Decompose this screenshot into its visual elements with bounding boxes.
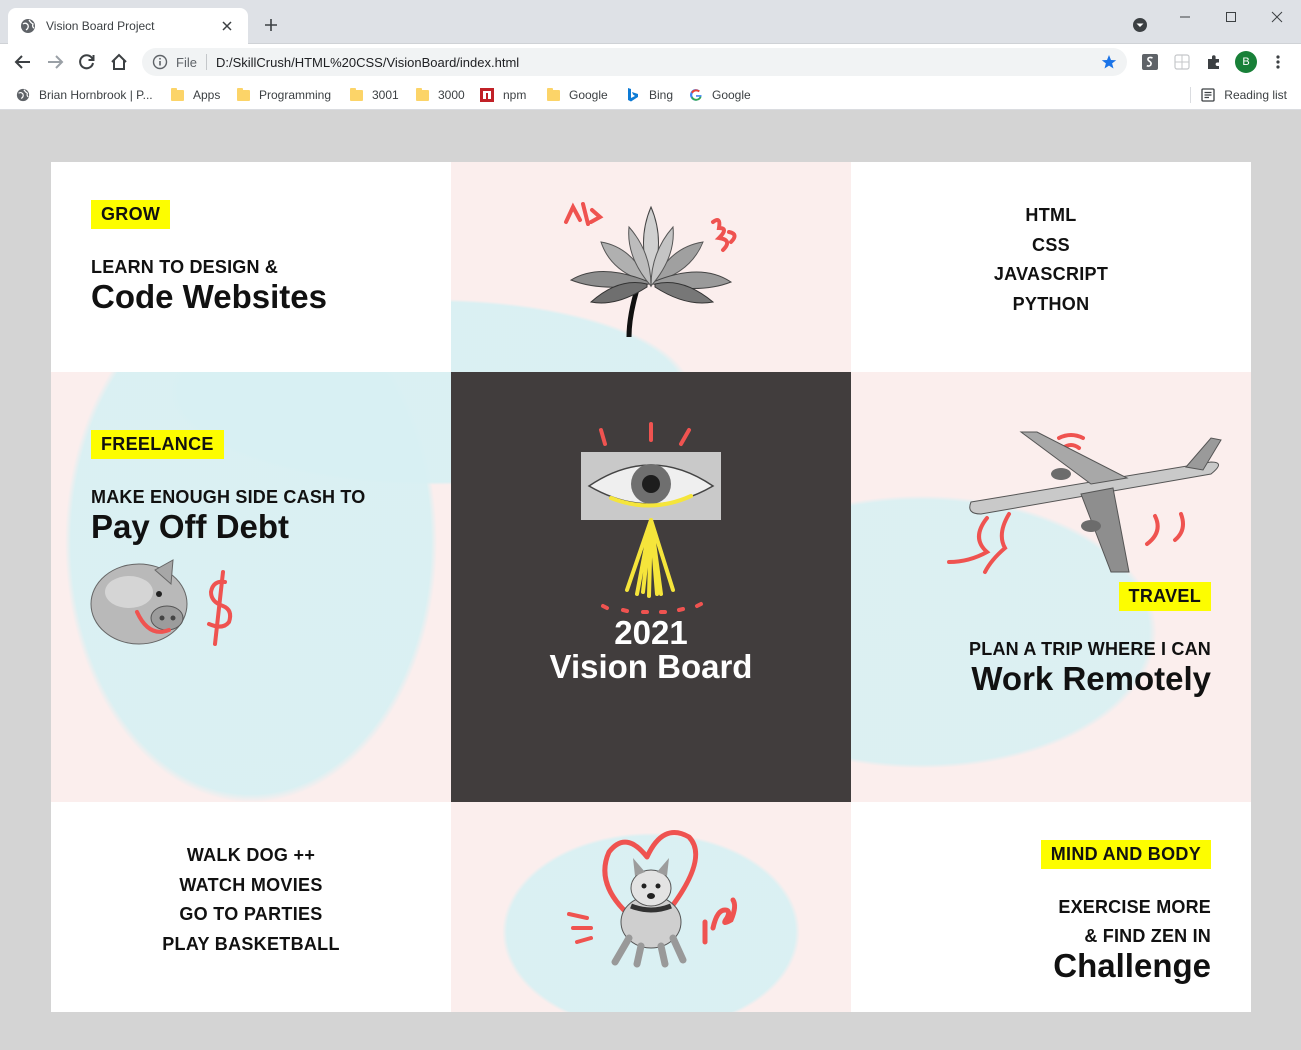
- mind-subheading-2: & FIND ZEN IN: [1084, 926, 1211, 946]
- bookmarks-bar: Brian Hornbrook | P... Apps Programming …: [0, 80, 1301, 110]
- hobby-item: GO TO PARTIES: [179, 904, 323, 924]
- address-bar[interactable]: File D:/SkillCrush/HTML%20CSS/VisionBoar…: [142, 48, 1127, 76]
- bookmark-folder[interactable]: 3001: [349, 85, 399, 105]
- toolbar: File D:/SkillCrush/HTML%20CSS/VisionBoar…: [0, 44, 1301, 80]
- reading-list-label: Reading list: [1224, 88, 1287, 102]
- travel-panel: TRAVEL PLAN A TRIP WHERE I CAN Work Remo…: [851, 372, 1251, 802]
- reading-list-icon: [1201, 88, 1215, 102]
- globe-icon: [20, 18, 36, 34]
- info-icon[interactable]: [152, 54, 168, 70]
- hobby-item: PLAY BASKETBALL: [162, 933, 340, 954]
- google-icon: [689, 88, 703, 102]
- vision-year: 2021: [614, 614, 688, 651]
- extension-grid-icon[interactable]: [1172, 52, 1192, 72]
- bookmark-label: 3000: [438, 88, 465, 102]
- eye-illustration: [581, 422, 721, 614]
- bookmark-label: Google: [569, 88, 608, 102]
- skill-item: CSS: [1032, 234, 1070, 255]
- mind-body-panel: MIND AND BODY EXERCISE MORE & FIND ZEN I…: [851, 802, 1251, 1012]
- travel-heading: Work Remotely: [971, 660, 1211, 697]
- grow-heading: Code Websites: [91, 278, 327, 315]
- reading-list-button[interactable]: Reading list: [1190, 85, 1287, 105]
- bookmark-folder[interactable]: Google: [546, 85, 608, 105]
- skills-list: HTML CSS JAVASCRIPT PYTHON: [851, 201, 1251, 319]
- skills-panel: HTML CSS JAVASCRIPT PYTHON: [851, 162, 1251, 372]
- travel-subheading: PLAN A TRIP WHERE I CAN: [969, 639, 1211, 659]
- reload-icon[interactable]: [73, 48, 101, 76]
- grow-subheading: LEARN TO DESIGN &: [91, 257, 279, 277]
- lotus-panel: [451, 162, 851, 372]
- folder-icon: [546, 87, 560, 102]
- bookmark-item[interactable]: Google: [689, 85, 751, 105]
- tab-title: Vision Board Project: [46, 19, 155, 33]
- skill-item: JAVASCRIPT: [993, 264, 1109, 284]
- bookmark-label: Apps: [193, 88, 221, 102]
- forward-icon[interactable]: [41, 48, 69, 76]
- puzzle-icon[interactable]: [1204, 52, 1224, 72]
- folder-icon: [415, 87, 429, 102]
- menu-icon[interactable]: [1268, 52, 1288, 72]
- hobby-item: WATCH MOVIES: [179, 874, 323, 895]
- home-icon[interactable]: [105, 48, 133, 76]
- bookmark-item[interactable]: npm: [480, 85, 526, 105]
- globe-icon: [16, 88, 30, 102]
- page-viewport: GROW LEARN TO DESIGN & Code Websites HTM…: [0, 111, 1301, 1050]
- bookmark-label: Google: [712, 88, 751, 102]
- tab-strip: Vision Board Project: [0, 0, 1301, 44]
- dog-panel: [451, 802, 851, 1012]
- freelance-subheading: MAKE ENOUGH SIDE CASH TO: [91, 487, 366, 507]
- skill-item: PYTHON: [1012, 293, 1090, 314]
- vision-board: GROW LEARN TO DESIGN & Code Websites HTM…: [51, 162, 1251, 1012]
- bookmark-label: Programming: [259, 88, 332, 102]
- lotus-illustration: [564, 202, 737, 338]
- airplane-illustration: [947, 431, 1222, 574]
- travel-tag: TRAVEL: [1118, 582, 1211, 611]
- freelance-panel: FREELANCE MAKE ENOUGH SIDE CASH TO Pay O…: [51, 372, 451, 802]
- back-icon[interactable]: [9, 48, 37, 76]
- hobbies-panel: WALK DOG ++ WATCH MOVIES GO TO PARTIES P…: [51, 802, 451, 1012]
- url-divider: [205, 54, 207, 70]
- minimize-icon[interactable]: [1168, 6, 1202, 28]
- mind-heading: Challenge: [1053, 947, 1211, 984]
- url-scheme: File: [176, 54, 197, 70]
- vision-title: Vision Board: [549, 648, 753, 685]
- tab-search-icon[interactable]: [1131, 16, 1149, 34]
- bookmark-label: Bing: [649, 88, 674, 102]
- grow-tag: GROW: [91, 200, 171, 229]
- bookmark-label: npm: [503, 88, 527, 102]
- mind-subheading-1: EXERCISE MORE: [1058, 897, 1211, 917]
- folder-icon: [236, 87, 250, 102]
- dog-heart-illustration: [567, 830, 738, 968]
- bookmark-folder[interactable]: 3000: [415, 85, 465, 105]
- star-icon[interactable]: [1099, 52, 1119, 72]
- bookmark-label: 3001: [372, 88, 399, 102]
- folder-icon: [349, 87, 363, 102]
- piggy-bank-illustration: [90, 559, 233, 646]
- window-close-icon[interactable]: [1260, 6, 1294, 28]
- plus-icon[interactable]: [260, 14, 282, 36]
- bookmark-item[interactable]: Bing: [626, 85, 673, 105]
- maximize-icon[interactable]: [1214, 6, 1248, 28]
- mind-body-tag: MIND AND BODY: [1040, 840, 1211, 869]
- bing-icon: [626, 88, 640, 102]
- hobbies-list: WALK DOG ++ WATCH MOVIES GO TO PARTIES P…: [51, 841, 451, 959]
- grow-panel: GROW LEARN TO DESIGN & Code Websites: [51, 162, 451, 372]
- active-tab[interactable]: Vision Board Project: [8, 8, 248, 44]
- folder-icon: [170, 87, 184, 102]
- freelance-tag: FREELANCE: [91, 430, 224, 459]
- bookmark-label: Brian Hornbrook | P...: [39, 88, 153, 102]
- hobby-item: WALK DOG ++: [186, 845, 316, 865]
- avatar[interactable]: B: [1235, 51, 1257, 73]
- bookmark-folder[interactable]: Apps: [170, 85, 220, 105]
- skill-item: HTML: [1025, 205, 1077, 225]
- skillcrush-extension-icon[interactable]: [1140, 52, 1160, 72]
- close-icon[interactable]: [218, 17, 236, 35]
- npm-icon: [480, 88, 494, 102]
- bookmark-folder[interactable]: Programming: [236, 85, 331, 105]
- url-text[interactable]: D:/SkillCrush/HTML%20CSS/VisionBoard/ind…: [216, 55, 1099, 70]
- bookmark-item[interactable]: Brian Hornbrook | P...: [16, 85, 153, 105]
- vision-center-panel: 2021 Vision Board: [451, 372, 851, 802]
- freelance-heading: Pay Off Debt: [91, 508, 290, 545]
- divider: [1190, 87, 1192, 103]
